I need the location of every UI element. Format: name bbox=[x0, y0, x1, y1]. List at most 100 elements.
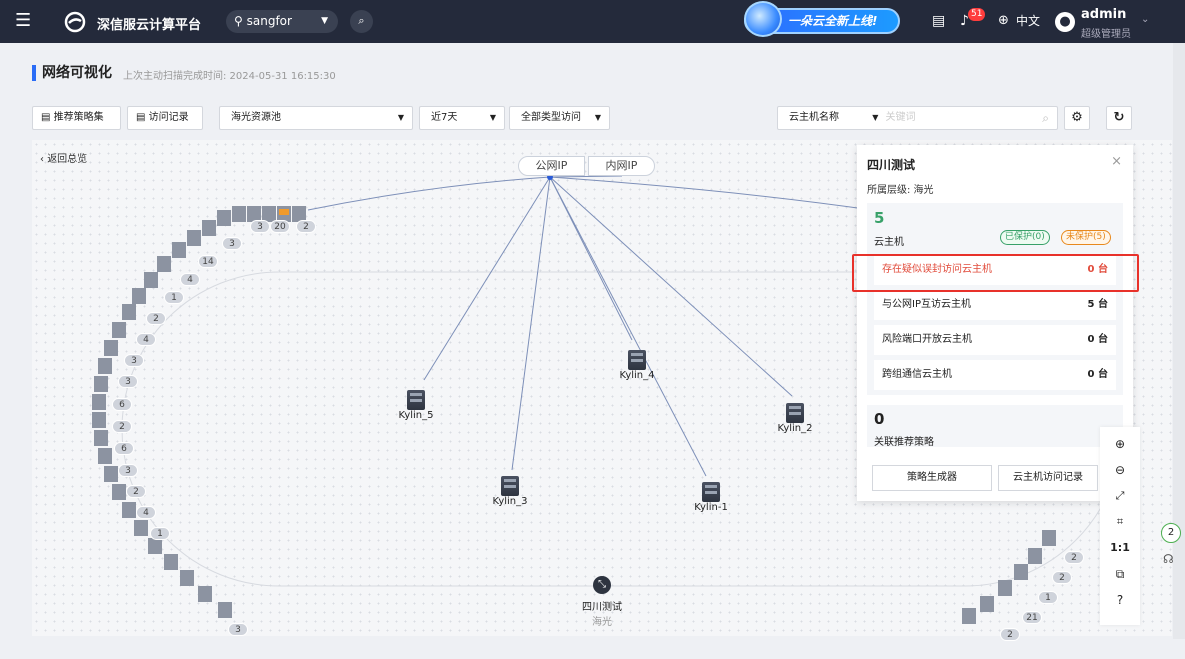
count-badge: 21 bbox=[1022, 611, 1042, 624]
document-icon[interactable]: ▤ bbox=[932, 13, 945, 29]
user-name[interactable]: admin bbox=[1081, 7, 1126, 22]
globe-icon[interactable]: ⊕ bbox=[998, 13, 1009, 29]
row-value: 0 台 bbox=[1087, 369, 1108, 380]
refresh-icon[interactable]: ↻ bbox=[1106, 106, 1132, 130]
notification-badge: 51 bbox=[968, 8, 986, 21]
actual-size-button[interactable]: 1:1 bbox=[1100, 541, 1140, 554]
server-icon bbox=[702, 482, 720, 502]
chevron-down-icon: ▼ bbox=[872, 113, 879, 122]
fullscreen-icon[interactable]: ⤢ bbox=[1100, 489, 1140, 503]
range-select[interactable]: 近7天 ▼ bbox=[419, 106, 505, 130]
vm-label: 云主机 bbox=[874, 237, 904, 248]
range-value: 近7天 bbox=[431, 112, 458, 123]
count-badge: 3 bbox=[118, 464, 138, 477]
row-label: 风险端口开放云主机 bbox=[882, 334, 972, 345]
chevron-down-icon[interactable]: ⌄ bbox=[1141, 14, 1149, 25]
vm-node-kylin-5[interactable]: Kylin_5 bbox=[391, 390, 441, 421]
close-icon[interactable]: × bbox=[1111, 154, 1122, 169]
count-badge: 2 bbox=[1064, 551, 1084, 564]
pool-select[interactable]: 海光资源池 ▼ bbox=[219, 106, 413, 130]
location-icon: ⚲ bbox=[234, 14, 243, 28]
language-label[interactable]: 中文 bbox=[1016, 13, 1040, 29]
protected-tag[interactable]: 已保护(0) bbox=[1000, 230, 1050, 245]
panel-level: 所属层级: 海光 bbox=[867, 185, 934, 196]
back-link[interactable]: ‹ 返回总览 bbox=[40, 150, 87, 165]
cloud-icon bbox=[744, 1, 782, 37]
policy-set-label: 推荐策略集 bbox=[53, 112, 104, 123]
server-icon bbox=[628, 350, 646, 370]
region-label: sangfor bbox=[246, 14, 292, 28]
row-label: 与公网IP互访云主机 bbox=[882, 299, 971, 310]
search-input[interactable]: 关键词 bbox=[886, 112, 916, 123]
region-selector[interactable]: ⚲ sangfor ▼ bbox=[226, 10, 338, 33]
vm-search[interactable]: 云主机名称 ▼ 关键词 ⌕ bbox=[777, 106, 1058, 130]
vm-node-kylin-1[interactable]: Kylin-1 bbox=[686, 482, 736, 513]
row-label: 跨组通信云主机 bbox=[882, 369, 952, 380]
count-badge: 4 bbox=[136, 506, 156, 519]
vm-access-log-button[interactable]: 云主机访问记录 bbox=[998, 465, 1098, 491]
count-badge: 6 bbox=[112, 398, 132, 411]
count-badge: 2 bbox=[126, 485, 146, 498]
highlight-box bbox=[852, 254, 1139, 292]
page-title: 网络可视化 bbox=[32, 65, 112, 81]
stat-row-risk-port[interactable]: 风险端口开放云主机 0 台 bbox=[874, 325, 1116, 355]
row-value: 0 台 bbox=[1087, 334, 1108, 345]
settings-gear-icon[interactable]: ⚙ bbox=[1064, 106, 1090, 130]
promo-banner[interactable]: 一朵云全新上线! bbox=[744, 1, 900, 37]
fit-view-icon[interactable]: ⌗ bbox=[1100, 515, 1140, 529]
support-icon[interactable]: ☊ bbox=[1163, 552, 1174, 566]
chevron-down-icon: ▼ bbox=[489, 113, 496, 122]
row-value: 5 台 bbox=[1087, 299, 1108, 310]
back-label: 返回总览 bbox=[47, 154, 88, 165]
zoom-out-icon[interactable]: ⊖ bbox=[1100, 463, 1140, 477]
zoom-toolbar: ⊕ ⊖ ⤢ ⌗ 1:1 ⧉ ? bbox=[1100, 427, 1140, 625]
help-icon[interactable]: ? bbox=[1100, 593, 1140, 607]
private-ip-tab[interactable]: 内网IP bbox=[588, 156, 655, 176]
access-type-select[interactable]: 全部类型访问 ▼ bbox=[509, 106, 610, 130]
center-name: 四川测试 bbox=[582, 602, 622, 613]
clipboard-icon: ▤ bbox=[41, 112, 51, 123]
policy-set-button[interactable]: ▤ 推荐策略集 bbox=[32, 106, 121, 130]
stat-row-cross-group[interactable]: 跨组通信云主机 0 台 bbox=[874, 360, 1116, 390]
detail-panel: 四川测试 × 所属层级: 海光 5 云主机 已保护(0) 未保护(5) 存在疑似… bbox=[857, 145, 1133, 501]
search-icon[interactable]: ⌕ bbox=[350, 10, 373, 33]
count-badge: 3 bbox=[250, 220, 270, 233]
vm-label: Kylin_5 bbox=[398, 410, 434, 421]
list-icon: ▤ bbox=[136, 112, 146, 123]
brand-name: 深信服云计算平台 bbox=[97, 18, 202, 33]
float-count-badge[interactable]: 2 bbox=[1161, 523, 1181, 543]
vm-label: Kylin_2 bbox=[777, 423, 813, 434]
access-log-label: 访问记录 bbox=[148, 112, 189, 123]
server-icon bbox=[786, 403, 804, 423]
count-badge: 3 bbox=[222, 237, 242, 250]
policy-label: 关联推荐策略 bbox=[874, 437, 934, 448]
vm-stats: 5 云主机 已保护(0) 未保护(5) 存在疑似误封访问云主机 0 台 与公网IP… bbox=[867, 203, 1123, 395]
menu-icon[interactable]: ☰ bbox=[15, 11, 31, 31]
access-log-button[interactable]: ▤ 访问记录 bbox=[127, 106, 203, 130]
stat-row-public-ip[interactable]: 与公网IP互访云主机 5 台 bbox=[874, 290, 1116, 320]
count-badge: 2 bbox=[112, 420, 132, 433]
layout-icon[interactable]: ⧉ bbox=[1100, 567, 1140, 582]
vm-node-kylin-4[interactable]: Kylin_4 bbox=[612, 350, 662, 381]
count-badge: 20 bbox=[270, 220, 290, 233]
avatar[interactable]: ● bbox=[1055, 12, 1075, 32]
vm-count: 5 bbox=[874, 209, 885, 227]
collapse-icon: ⤡ bbox=[593, 576, 611, 594]
count-badge: 4 bbox=[136, 333, 156, 346]
count-badge: 6 bbox=[114, 442, 134, 455]
count-badge: 3 bbox=[228, 623, 248, 636]
center-node[interactable]: ⤡ 四川测试 海光 bbox=[567, 576, 637, 628]
search-icon[interactable]: ⌕ bbox=[1042, 107, 1049, 129]
scrollbar[interactable] bbox=[1173, 43, 1185, 639]
panel-title: 四川测试 bbox=[867, 158, 916, 172]
top-bar: ☰ 深信服云计算平台 ⚲ sangfor ▼ ⌕ 一朵云全新上线! ▤ ♪ 51 … bbox=[0, 0, 1185, 43]
public-ip-tab[interactable]: 公网IP bbox=[518, 156, 585, 176]
count-badge: 1 bbox=[1038, 591, 1058, 604]
zoom-in-icon[interactable]: ⊕ bbox=[1100, 437, 1140, 451]
policy-stats[interactable]: 0 关联推荐策略 bbox=[867, 405, 1123, 448]
chevron-down-icon: ▼ bbox=[594, 113, 601, 122]
unprotected-tag[interactable]: 未保护(5) bbox=[1061, 230, 1111, 245]
policy-generator-button[interactable]: 策略生成器 bbox=[872, 465, 992, 491]
vm-node-kylin-2[interactable]: Kylin_2 bbox=[770, 403, 820, 434]
vm-node-kylin-3[interactable]: Kylin_3 bbox=[485, 476, 535, 507]
